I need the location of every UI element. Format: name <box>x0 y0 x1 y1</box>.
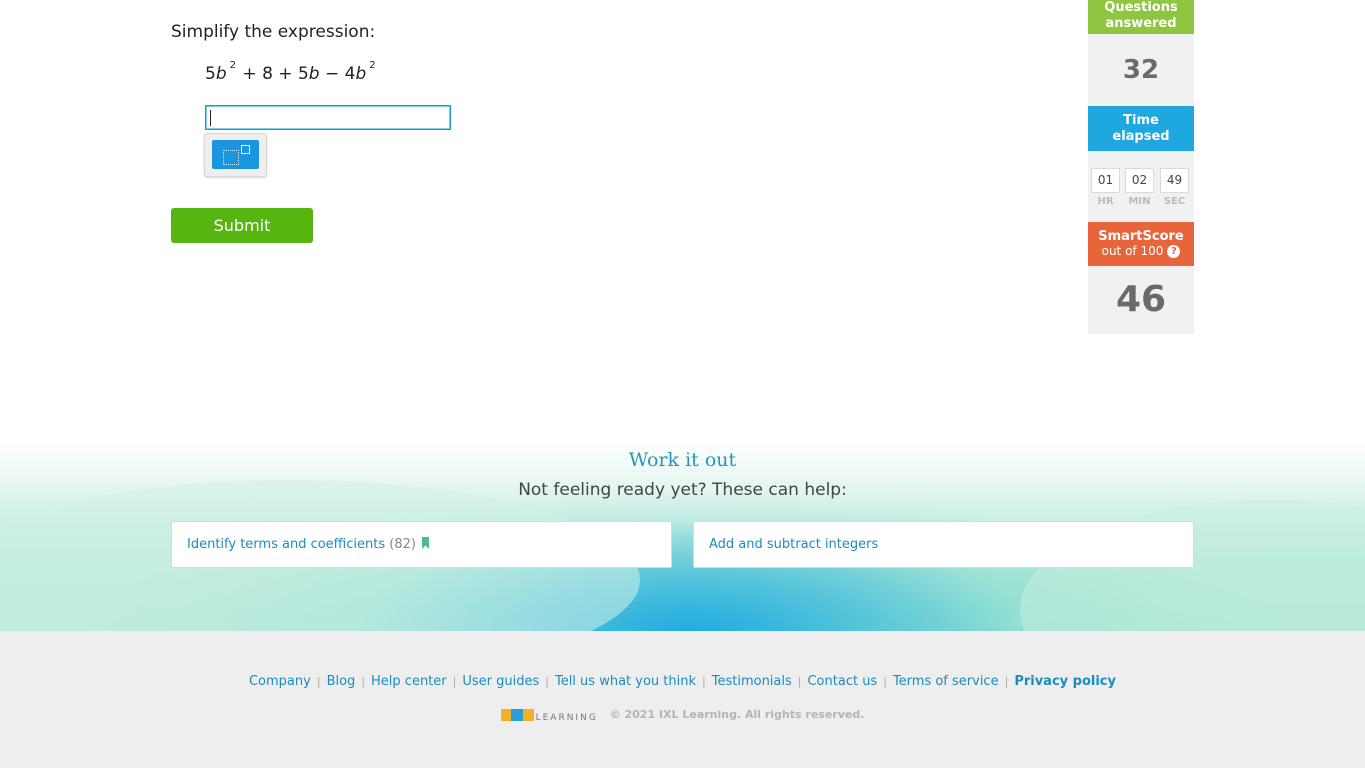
footer-link-testimonials[interactable]: Testimonials <box>712 674 792 689</box>
footer-link-contact[interactable]: Contact us <box>807 674 877 689</box>
fraction-exponent-keypad-icon[interactable] <box>212 140 259 169</box>
questions-answered-value: 32 <box>1088 34 1194 106</box>
footer-link-user-guides[interactable]: User guides <box>462 674 539 689</box>
math-expression: 5b 2 + 8 + 5b − 4b 2 <box>205 60 376 84</box>
copyright-line: LEARNING © 2021 IXL Learning. All rights… <box>0 708 1365 723</box>
copyright-text: © 2021 IXL Learning. All rights reserved… <box>609 708 865 721</box>
timer-hours-label: HR <box>1097 196 1114 207</box>
bookmark-icon <box>421 537 429 549</box>
timer-seconds-label: SEC <box>1163 196 1186 207</box>
submit-button[interactable]: Submit <box>171 208 313 243</box>
ixl-logo[interactable]: LEARNING <box>500 709 598 723</box>
time-elapsed-header[interactable]: Time elapsed <box>1088 106 1194 151</box>
ixl-logo-icon <box>500 709 534 721</box>
question-prompt: Simplify the expression: <box>171 22 376 42</box>
timer: 01 02 49 HR MIN SEC <box>1088 151 1194 222</box>
skill-link-identify-terms[interactable]: Identify terms and coefficients (82) <box>171 521 672 568</box>
smartscore-label: SmartScore <box>1098 229 1184 244</box>
timer-minutes: 02 <box>1125 168 1154 193</box>
keypad-toggle[interactable] <box>204 133 267 177</box>
skill-link-add-subtract-integers[interactable]: Add and subtract integers <box>693 521 1194 568</box>
questions-answered-header: Questions answered <box>1088 0 1194 34</box>
footer: Company | Blog | Help center | User guides | Tel… <box>0 631 1365 768</box>
work-it-out-subtitle: Not feeling ready yet? These can help: <box>518 480 847 500</box>
work-it-out-title: Work it out <box>628 449 737 471</box>
text-caret <box>210 110 211 126</box>
footer-link-blog[interactable]: Blog <box>327 674 356 689</box>
smartscore-sub: out of 100? <box>1088 244 1194 258</box>
timer-seconds: 49 <box>1160 168 1189 193</box>
footer-link-feedback[interactable]: Tell us what you think <box>555 674 696 689</box>
footer-links: Company | Blog | Help center | User guides | Tel… <box>248 674 1116 689</box>
footer-link-help-center[interactable]: Help center <box>371 674 447 689</box>
skill-count: (82) <box>389 537 416 552</box>
answer-input[interactable] <box>205 105 451 130</box>
smartscore-value: 46 <box>1088 266 1194 334</box>
footer-link-terms[interactable]: Terms of service <box>893 674 999 689</box>
timer-minutes-label: MIN <box>1128 196 1151 207</box>
footer-link-company[interactable]: Company <box>249 674 311 689</box>
footer-link-privacy[interactable]: Privacy policy <box>1014 674 1116 689</box>
smartscore-header: SmartScore out of 100? <box>1088 222 1194 266</box>
timer-hours: 01 <box>1091 168 1120 193</box>
help-icon[interactable]: ? <box>1167 245 1181 258</box>
